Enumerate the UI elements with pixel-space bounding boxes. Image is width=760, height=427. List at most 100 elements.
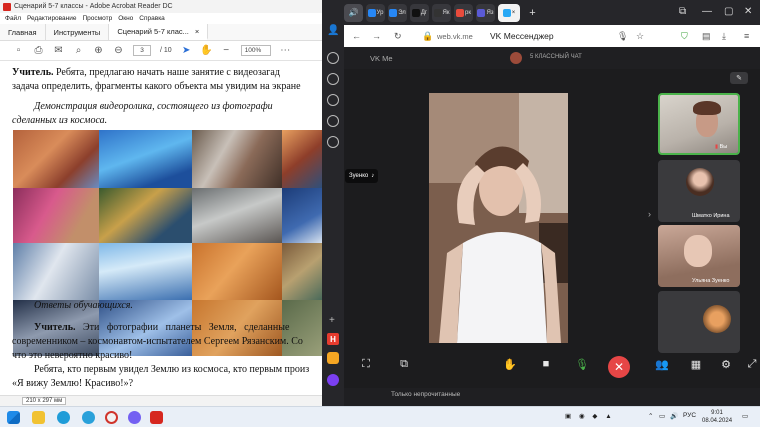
tab-menu-icon[interactable]: ⧉ [679,6,686,17]
earth-photo [99,243,192,300]
participant-name: Шматко Ирина [692,213,730,219]
zoom-select[interactable]: 100% [240,45,271,56]
grid-view-icon[interactable]: ▦ [688,356,704,372]
acrobat-task-icon[interactable] [150,411,163,424]
participant-tile[interactable]: Ульяна Зуенко [658,225,740,287]
settings-gear-icon[interactable]: ⚙ [718,356,734,372]
language-indicator[interactable]: РУС [683,412,696,419]
downloads-icon[interactable]: ⤓ [722,31,726,42]
doc-line: Учитель. Эти фотографии планеты Земля, с… [34,322,290,333]
back-icon[interactable]: ← [352,31,361,41]
notifications-icon[interactable]: ▭ [742,412,748,420]
browser-tab-active[interactable]: × [498,3,520,22]
hand-icon[interactable]: ✋ [200,45,212,56]
microphone-icon[interactable]: 🎙 [617,31,628,42]
menu-icon[interactable]: ≡ [744,31,749,41]
clock-date: 08.04.2024 [702,418,733,424]
raise-hand-icon[interactable]: ✋ [502,356,518,372]
new-tab-button[interactable]: + [523,4,542,22]
menu-window[interactable]: Окно [118,15,133,22]
participant-name: ▮ Вы [715,144,728,150]
edge-icon[interactable] [57,411,70,424]
tab-document[interactable]: Сценарий 5-7 клас... × [109,24,209,40]
chat-title[interactable]: 5 КЛАССНЫЙ ЧАТ [530,54,582,60]
extensions-icon[interactable]: ▤ [702,31,711,42]
forward-icon[interactable]: → [372,31,381,41]
save-icon[interactable]: ▫ [13,45,24,56]
chat-avatar [510,52,522,64]
yandex-browser-icon[interactable] [105,411,118,424]
browser-tab[interactable]: рк [454,3,473,22]
settings-icon[interactable] [327,136,339,148]
app-h-icon[interactable]: H [327,333,339,345]
browser-tab[interactable]: Дг [410,3,429,22]
explorer-icon[interactable] [32,411,45,424]
reload-icon[interactable]: ↻ [394,31,402,42]
clock[interactable]: 9:01 08.04.2024 [702,409,732,425]
end-call-button[interactable]: ✕ [608,356,630,378]
cursor-icon[interactable]: ➤ [181,45,192,56]
menu-help[interactable]: Справка [139,15,165,22]
close-icon[interactable]: × [512,10,516,16]
app-mail-icon[interactable] [327,352,339,364]
menu-view[interactable]: Просмотр [83,15,113,22]
fullscreen-icon[interactable]: ⛶ [358,356,374,372]
vk-icon [367,8,376,17]
more-icon[interactable]: ⋯ [280,45,291,56]
browser-sidebar: 👤 + H [322,25,344,406]
viber-icon[interactable] [128,411,141,424]
menu-edit[interactable]: Редактирование [27,15,77,22]
microphone-on-icon[interactable]: 🎙 [574,356,590,372]
speaker-icon: 🔊 [348,8,359,17]
tab-home[interactable]: Главная [0,24,46,40]
show-hidden-icon[interactable]: ⌃ [648,412,653,420]
exit-fullscreen-icon[interactable]: ⤢ [744,356,760,372]
lock-icon: 🔒 [422,31,434,41]
clock-icon[interactable] [327,94,339,106]
page-up-icon[interactable]: ⊕ [93,45,104,56]
history-icon[interactable] [327,52,339,64]
page-down-icon[interactable]: ⊖ [113,45,124,56]
network-icon[interactable]: ▭ [659,412,665,420]
address-bar[interactable]: ← → ↻ 🔒 web.vk.me VK Мессенджер 🎙 ☆ ⛉ ▤ … [344,25,760,47]
start-icon[interactable] [7,411,20,424]
camera-icon[interactable]: ■ [538,356,554,372]
download-icon[interactable] [327,115,339,127]
user-icon[interactable]: 👤 [327,25,339,37]
mail-icon[interactable]: ✉ [53,45,64,56]
participant-face [684,235,712,267]
scroll-right-icon[interactable]: › [648,209,651,219]
maximize-icon[interactable]: ▢ [724,6,733,17]
close-icon[interactable]: × [195,27,199,36]
add-icon[interactable]: + [329,315,335,326]
print-icon[interactable]: ⎙ [33,45,44,56]
bookmark-icon[interactable] [327,73,339,85]
zoom-out-icon[interactable]: − [221,45,232,56]
url-text[interactable]: web.vk.me [437,32,473,41]
unread-only-filter[interactable]: Только непрочитанные [391,391,460,398]
search-icon[interactable]: ⌕ [73,45,84,56]
participants-icon[interactable]: 👥 [654,356,670,372]
shield-icon[interactable]: ⛉ [681,31,688,42]
volume-icon[interactable]: 🔊 [670,412,678,420]
main-video[interactable] [429,93,568,343]
tab-tools[interactable]: Инструменты [46,24,110,40]
menu-file[interactable]: Файл [5,15,21,22]
close-window-icon[interactable]: ✕ [744,6,752,17]
edit-icon[interactable]: ✎ [730,72,748,84]
telegram-icon[interactable] [82,411,95,424]
page-number-input[interactable]: 3 [133,45,151,56]
tray-icons[interactable]: ▣ ◉ ◆ ▲ [565,412,615,420]
minimize-icon[interactable]: — [702,6,712,17]
participant-tile[interactable]: Шматко Ирина [658,160,740,222]
browser-tab[interactable]: Эл [388,3,407,22]
browser-tab-audio[interactable]: 🔊 [344,3,363,22]
screen-share-icon[interactable]: ⧉ [396,356,412,372]
participant-tile-self[interactable]: ▮ Вы [658,93,740,155]
alice-icon[interactable] [327,374,339,386]
participant-tile[interactable] [658,291,740,353]
browser-tab[interactable]: Як [432,3,451,22]
bookmark-star-icon[interactable]: ☆ [636,31,644,42]
browser-tab[interactable]: Яз [476,3,495,22]
browser-tab[interactable]: Ур [366,3,385,22]
